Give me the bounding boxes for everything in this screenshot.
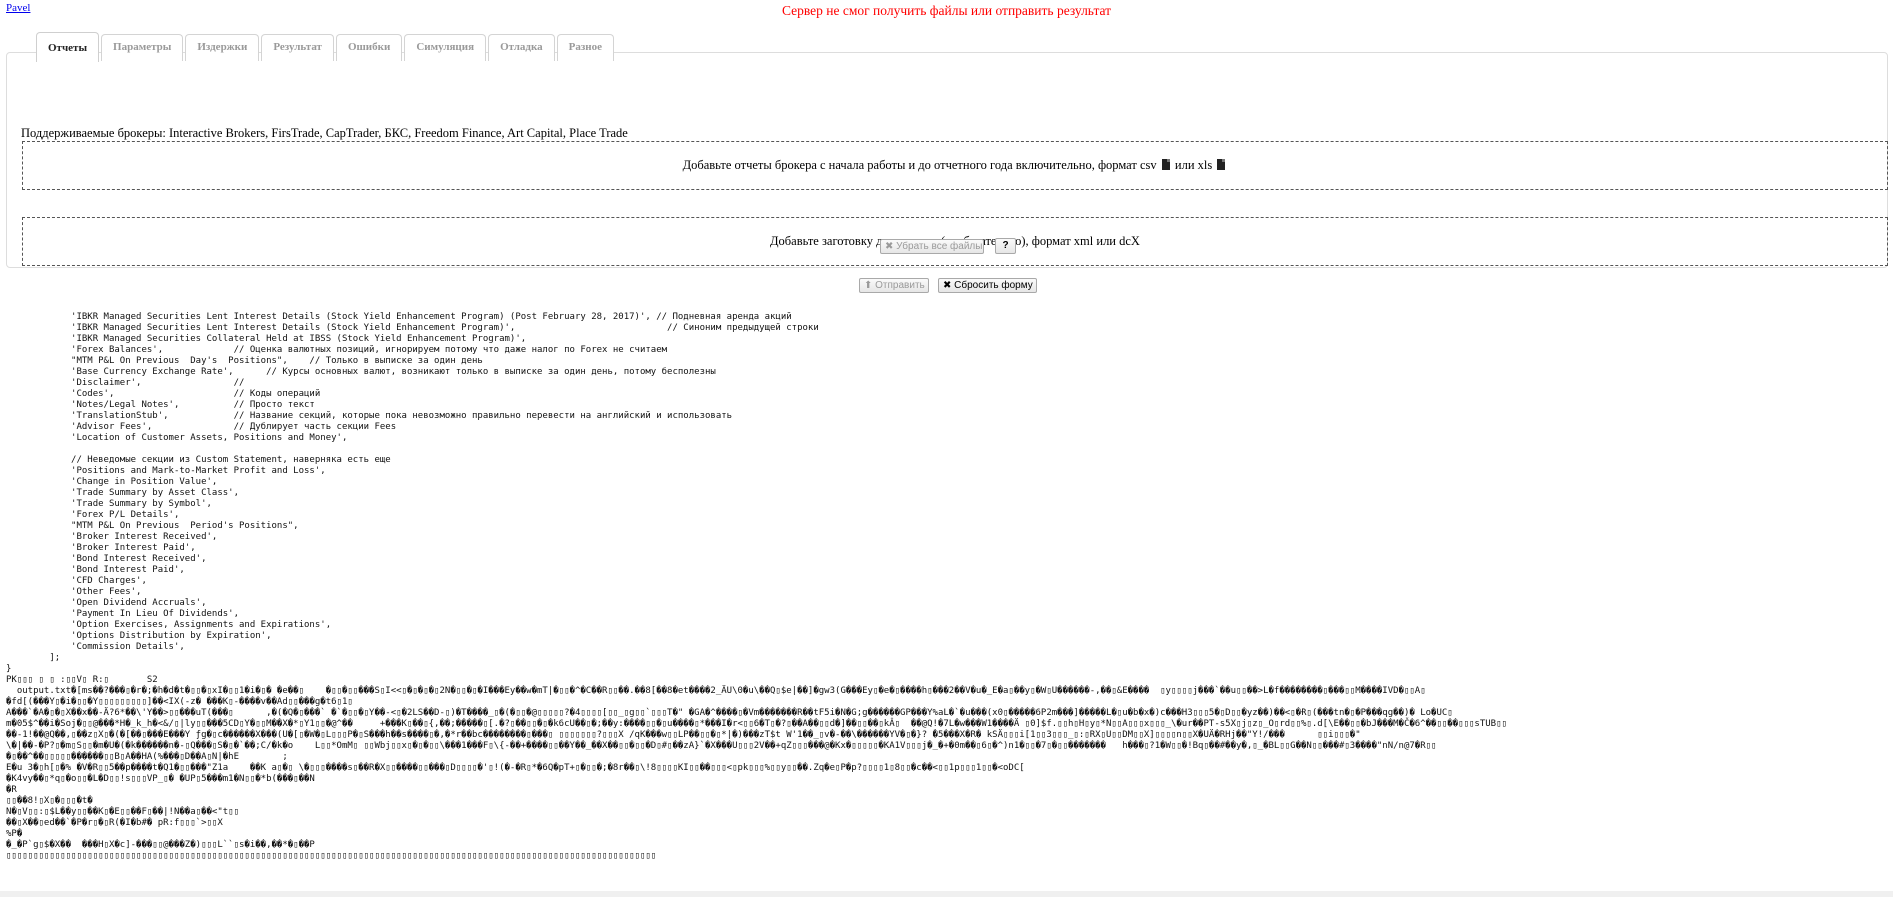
reset-form-button[interactable]: ✖ Сбросить форму bbox=[938, 278, 1037, 293]
tab-errors[interactable]: Ошибки bbox=[335, 34, 403, 61]
send-button[interactable]: ⬆ Отправить bbox=[859, 278, 929, 293]
tab-debug[interactable]: Отладка bbox=[488, 34, 555, 61]
tab-parameters[interactable]: Параметры bbox=[101, 34, 184, 61]
tab-result[interactable]: Результат bbox=[261, 34, 334, 61]
tab-costs[interactable]: Издержки bbox=[185, 34, 260, 61]
tab-bar: Отчеты Параметры Издержки Результат Ошиб… bbox=[36, 31, 615, 62]
reports-dropzone[interactable]: Добавьте отчеты брокера с начала работы … bbox=[22, 141, 1888, 190]
tab-reports[interactable]: Отчеты bbox=[36, 32, 100, 62]
help-button[interactable]: ? bbox=[995, 238, 1016, 254]
supported-brokers-text: Поддерживаемые брокеры: Interactive Brok… bbox=[21, 126, 628, 140]
horizontal-scrollbar[interactable] bbox=[0, 891, 1893, 897]
reports-dropzone-text-or: или xls bbox=[1174, 158, 1213, 172]
xls-file-icon bbox=[1217, 159, 1226, 170]
csv-file-icon bbox=[1161, 159, 1170, 170]
error-message: Сервер не смог получить файлы или отправ… bbox=[781, 3, 1112, 18]
debug-output: 'IBKR Managed Securities Lent Interest D… bbox=[6, 312, 1507, 861]
main-panel: Поддерживаемые брокеры: Interactive Brok… bbox=[6, 52, 1888, 268]
clear-files-button[interactable]: ✖ Убрать все файлы bbox=[880, 239, 984, 254]
tab-simulation[interactable]: Симуляция bbox=[404, 34, 487, 61]
reports-dropzone-text: Добавьте отчеты брокера с начала работы … bbox=[682, 158, 1157, 172]
tab-misc[interactable]: Разное bbox=[556, 34, 615, 61]
